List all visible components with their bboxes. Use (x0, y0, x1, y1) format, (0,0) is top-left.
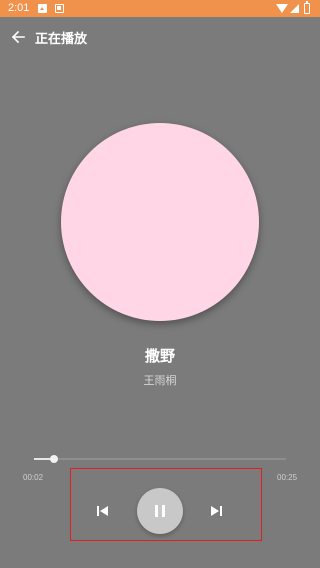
progress-bar[interactable] (34, 455, 286, 463)
skip-previous-icon (97, 506, 108, 516)
progress-thumb[interactable] (50, 455, 59, 463)
pause-icon (155, 505, 165, 517)
skip-next-icon (211, 506, 222, 516)
status-time: 2:01 (8, 2, 30, 14)
song-title: 撒野 (144, 347, 175, 365)
signal-icon (290, 4, 299, 13)
image-icon (38, 4, 47, 13)
app-bar: 正在播放 (0, 17, 320, 57)
back-button[interactable] (6, 25, 30, 49)
current-time: 00:02 (23, 473, 44, 482)
arrow-back-icon (11, 30, 25, 44)
play-pause-button[interactable] (137, 488, 183, 534)
status-bar: 2:01 (0, 0, 320, 17)
artist-name: 王雨桐 (143, 374, 177, 387)
notification-icon (55, 4, 64, 13)
previous-button[interactable] (95, 503, 111, 519)
next-button[interactable] (208, 503, 224, 519)
total-time: 00:25 (277, 473, 298, 482)
album-art (61, 123, 259, 321)
wifi-icon (276, 4, 288, 13)
battery-icon (304, 1, 310, 14)
page-title: 正在播放 (35, 32, 88, 47)
